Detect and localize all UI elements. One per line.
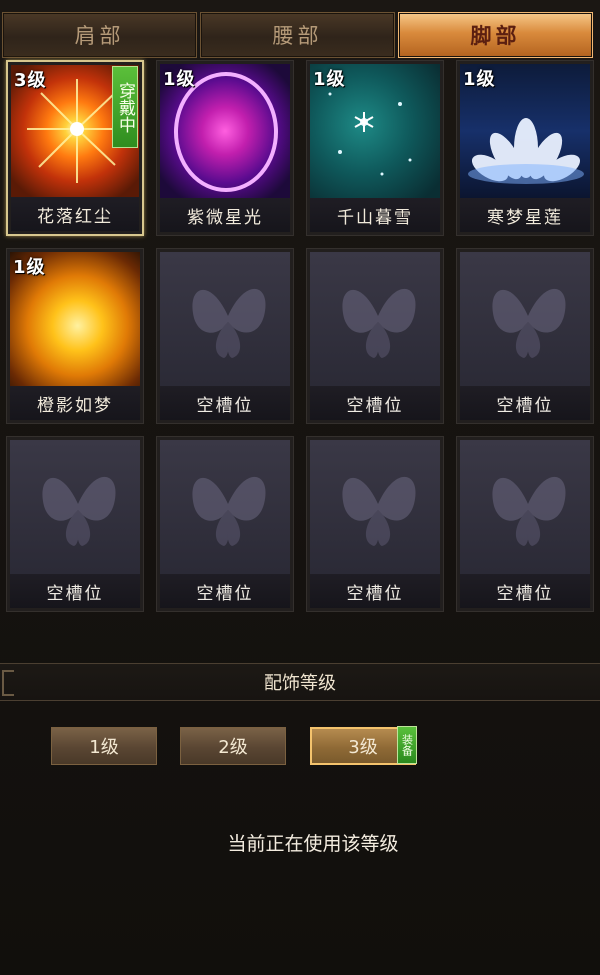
empty-slot-art <box>310 440 440 574</box>
slot-name: 空槽位 <box>310 574 440 608</box>
slot-name: 橙影如梦 <box>10 386 140 420</box>
butterfly-icon <box>192 476 266 546</box>
butterfly-icon <box>342 288 416 358</box>
status-text: 当前正在使用该等级 <box>227 833 399 855</box>
accessory-slot-2[interactable]: 1级 紫微星光 <box>156 60 294 236</box>
butterfly-icon <box>492 288 566 358</box>
slot-name: 寒梦星莲 <box>460 198 590 232</box>
level-badge: 1级 <box>313 69 346 90</box>
accessory-tabs: 肩部 腰部 脚部 <box>0 12 600 58</box>
accessory-slot-10[interactable]: 空槽位 <box>156 436 294 612</box>
equipped-badge: 装备 <box>397 726 417 764</box>
slot-name: 空槽位 <box>160 386 290 420</box>
accessory-slot-4[interactable]: 1级 寒梦星莲 <box>456 60 594 236</box>
accessory-panel: 肩部 腰部 脚部 3级 穿戴中 花落红尘 1级 紫微星光 1级 千山暮雪 1级 … <box>0 0 600 975</box>
wearing-badge: 穿戴中 <box>112 66 138 148</box>
level-2-button[interactable]: 2级 <box>180 727 286 765</box>
slot-name: 空槽位 <box>310 386 440 420</box>
empty-slot-art <box>10 440 140 574</box>
accessory-slot-11[interactable]: 空槽位 <box>306 436 444 612</box>
butterfly-icon <box>492 476 566 546</box>
empty-slot-art <box>460 440 590 574</box>
level-badge: 3级 <box>14 70 47 91</box>
butterfly-icon <box>192 288 266 358</box>
accessory-slot-8[interactable]: 空槽位 <box>456 248 594 424</box>
accessory-slot-6[interactable]: 空槽位 <box>156 248 294 424</box>
slot-name: 花落红尘 <box>11 197 139 231</box>
tab-feet[interactable]: 脚部 <box>398 12 593 58</box>
empty-slot-art <box>460 252 590 386</box>
butterfly-icon <box>342 476 416 546</box>
empty-slot-art <box>160 252 290 386</box>
empty-slot-art <box>160 440 290 574</box>
level-badge: 1级 <box>163 69 196 90</box>
slot-name: 千山暮雪 <box>310 198 440 232</box>
empty-slot-art <box>310 252 440 386</box>
accessory-slot-5[interactable]: 1级 橙影如梦 <box>6 248 144 424</box>
tab-waist[interactable]: 腰部 <box>200 12 395 58</box>
tab-shoulder[interactable]: 肩部 <box>2 12 197 58</box>
slot-name: 空槽位 <box>10 574 140 608</box>
level-1-button[interactable]: 1级 <box>51 727 157 765</box>
accessory-slot-1[interactable]: 3级 穿戴中 花落红尘 <box>6 60 144 236</box>
butterfly-icon <box>42 476 116 546</box>
slot-name: 空槽位 <box>460 574 590 608</box>
section-title: 配饰等级 <box>264 673 336 694</box>
accessory-slot-7[interactable]: 空槽位 <box>306 248 444 424</box>
frame-corner <box>2 670 14 696</box>
slot-name: 空槽位 <box>160 574 290 608</box>
level-badge: 1级 <box>13 257 46 278</box>
accessory-slot-9[interactable]: 空槽位 <box>6 436 144 612</box>
accessory-slot-3[interactable]: 1级 千山暮雪 <box>306 60 444 236</box>
accessory-slot-12[interactable]: 空槽位 <box>456 436 594 612</box>
slot-name: 空槽位 <box>460 386 590 420</box>
level-badge: 1级 <box>463 69 496 90</box>
slot-name: 紫微星光 <box>160 198 290 232</box>
section-header: 配饰等级 <box>0 663 600 701</box>
